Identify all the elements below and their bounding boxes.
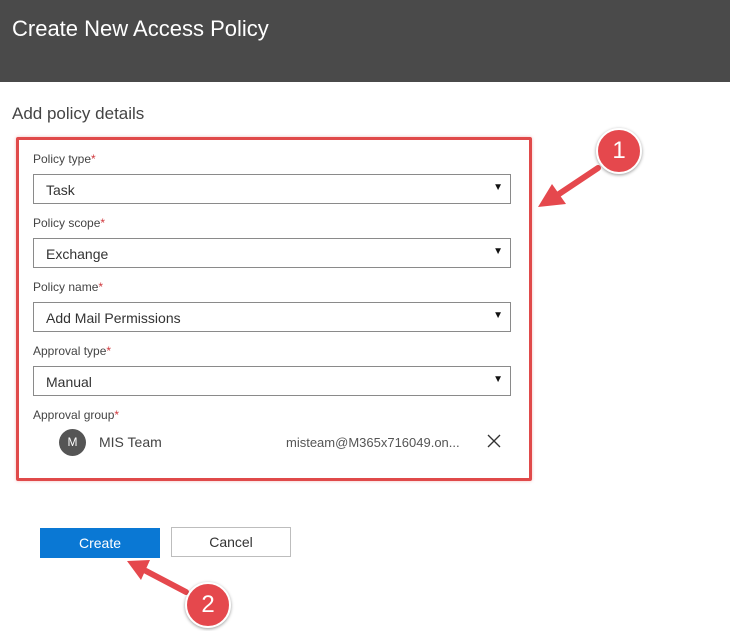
dialog-title: Create New Access Policy (12, 16, 269, 41)
policy-scope-select[interactable]: Exchange ▼ (33, 238, 511, 268)
policy-type-value: Task (46, 182, 75, 198)
policy-name-value: Add Mail Permissions (46, 310, 181, 326)
policy-name-label: Policy name* (33, 280, 104, 294)
caret-down-icon: ▼ (493, 310, 503, 321)
caret-down-icon: ▼ (493, 374, 503, 385)
section-title: Add policy details (12, 104, 145, 123)
dialog-header: Create New Access Policy (0, 0, 730, 82)
annotation-arrow-2 (143, 568, 189, 595)
approval-group-label: Approval group* (33, 408, 120, 422)
approval-group-member: M MIS Team misteam@M365x716049.on... (33, 425, 511, 461)
required-marker: * (106, 344, 112, 358)
approval-type-label: Approval type* (33, 344, 112, 358)
policy-name-select[interactable]: Add Mail Permissions ▼ (33, 302, 511, 332)
approval-type-value: Manual (46, 374, 92, 390)
required-marker: * (91, 152, 96, 166)
annotation-arrow-1 (553, 165, 601, 199)
annotation-arrowhead-1 (538, 184, 566, 207)
caret-down-icon: ▼ (493, 182, 503, 193)
required-marker: * (100, 216, 106, 230)
annotation-badge-1: 1 (596, 128, 642, 174)
required-marker: * (114, 408, 120, 422)
policy-scope-label: Policy scope* (33, 216, 106, 230)
create-button[interactable]: Create (40, 528, 160, 558)
caret-down-icon: ▼ (493, 246, 503, 257)
avatar: M (59, 429, 86, 456)
approval-type-select[interactable]: Manual ▼ (33, 366, 511, 396)
annotation-arrowhead-2 (127, 560, 150, 580)
required-marker: * (98, 280, 104, 294)
policy-type-label: Policy type* (33, 152, 96, 166)
cancel-button[interactable]: Cancel (171, 527, 291, 557)
policy-scope-value: Exchange (46, 246, 109, 262)
policy-type-select[interactable]: Task ▼ (33, 174, 511, 204)
approver-name: MIS Team (99, 434, 162, 450)
annotation-badge-2: 2 (185, 582, 231, 628)
approver-email: misteam@M365x716049.on... (286, 435, 460, 450)
close-icon[interactable] (484, 431, 504, 451)
